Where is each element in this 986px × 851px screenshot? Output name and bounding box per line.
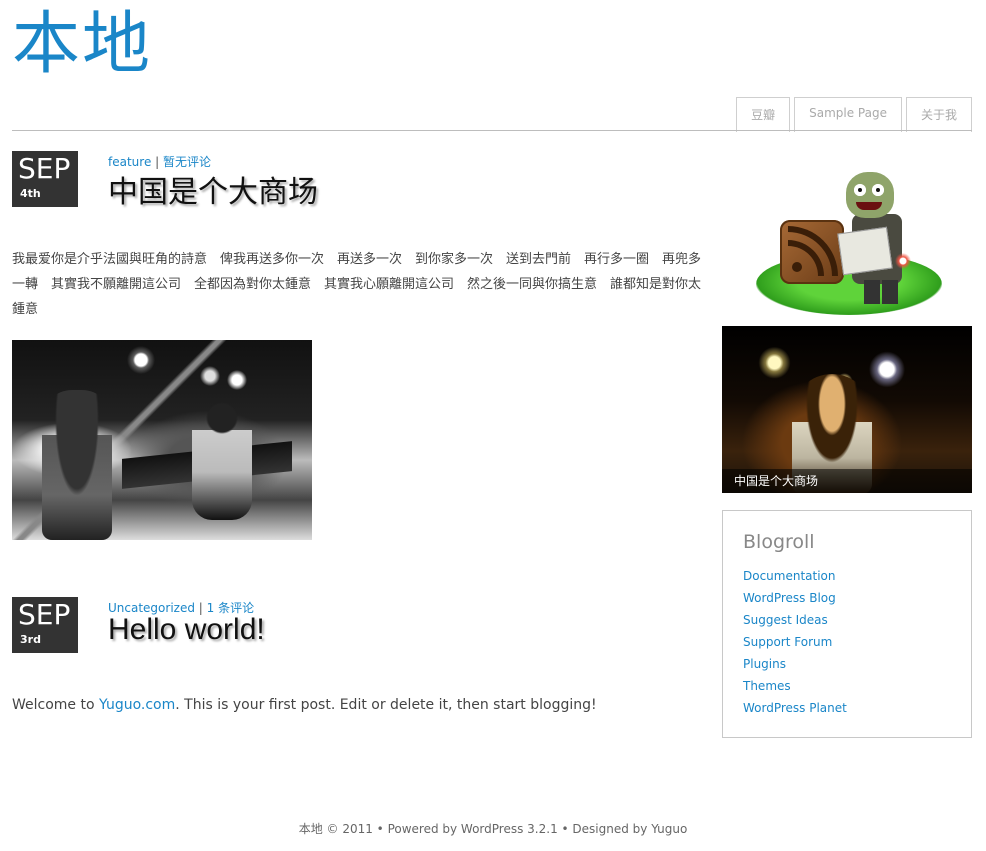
zombie-icon [846,172,894,218]
newspaper-icon [837,226,893,276]
blogroll-link-wordpress-blog[interactable]: WordPress Blog [743,591,836,605]
nav-item-douban[interactable]: 豆瓣 [736,97,791,132]
post-photo-bw-concert[interactable] [12,340,312,540]
zombie-mouth [856,202,882,210]
post-content: Welcome to Yuguo.com. This is your first… [12,693,712,718]
post-title[interactable]: 中国是个大商场 [108,167,318,211]
blogroll-link-documentation[interactable]: Documentation [743,569,836,583]
featured-caption[interactable]: 中国是个大商场 [722,469,972,493]
zombie-leg [864,280,880,304]
post-date-badge: SEP 3rd [12,597,78,653]
post-title[interactable]: Hello world! [108,613,265,647]
photo-figure-singer [42,390,112,540]
post-date-month: SEP [18,598,71,631]
site-title[interactable]: 本地 [12,7,152,83]
post-date-badge: SEP 4th [12,151,78,207]
header-divider [12,130,972,131]
blogroll-link-support-forum[interactable]: Support Forum [743,635,832,649]
post-content-link[interactable]: Yuguo.com [99,697,175,713]
post-date-day: 3rd [20,633,41,646]
blogroll-link-wordpress-planet[interactable]: WordPress Planet [743,701,847,715]
post-date-day: 4th [20,187,41,200]
zombie-leg [882,280,898,304]
post-content-text: . This is your first post. Edit or delet… [175,697,597,713]
rss-dot [792,262,802,272]
blogroll-link-suggest-ideas[interactable]: Suggest Ideas [743,613,828,627]
widget-title: Blogroll [743,531,815,553]
nav-item-about[interactable]: 关于我 [905,97,972,132]
post-date-month: SEP [18,152,71,185]
nav-item-sample-page[interactable]: Sample Page [794,97,902,132]
site-footer: 本地 © 2011 • Powered by WordPress 3.2.1 •… [298,822,688,836]
post-content-text: Welcome to [12,697,99,713]
rss-feed-icon[interactable] [756,168,946,320]
rss-icon [780,220,844,284]
photo-figure-keyboardist [192,400,252,520]
blogroll-link-plugins[interactable]: Plugins [743,657,786,671]
main-nav: 豆瓣 Sample Page 关于我 [736,97,972,132]
flower-icon [894,252,912,270]
blogroll-link-themes[interactable]: Themes [743,679,791,693]
zombie-eye [872,184,884,196]
blogroll-list: Documentation WordPress Blog Suggest Ide… [743,565,847,719]
zombie-eye [854,184,866,196]
featured-post-thumbnail[interactable]: 中国是个大商场 [722,326,972,493]
blogroll-widget: Blogroll Documentation WordPress Blog Su… [722,510,972,738]
post-content: 我最爱你是介乎法國與旺角的詩意 俾我再送多你一次 再送多一次 到你家多一次 送到… [12,252,702,317]
